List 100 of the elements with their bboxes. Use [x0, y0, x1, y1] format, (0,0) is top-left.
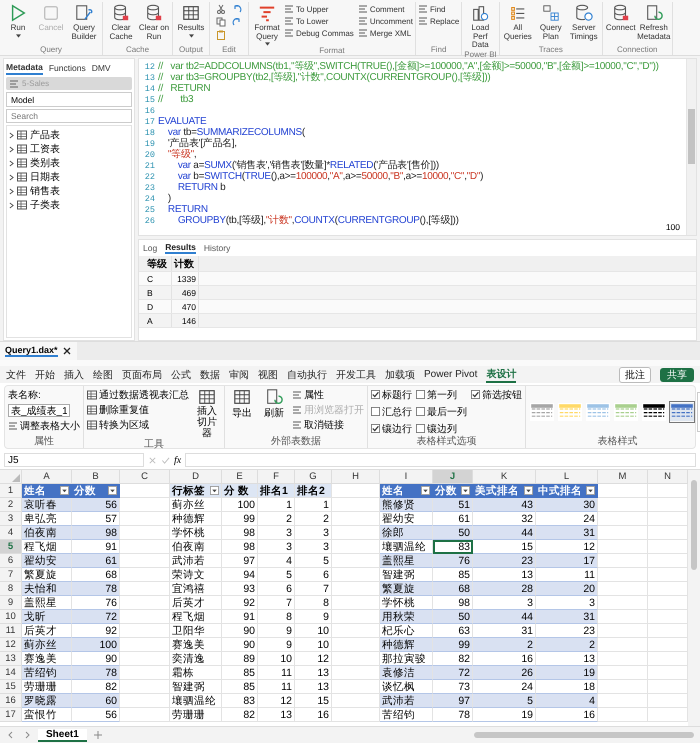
ribbon-button[interactable]: Replace	[418, 15, 460, 27]
row-header[interactable]: 2	[0, 498, 22, 512]
ribbon-button[interactable]: 插入切片器	[193, 388, 221, 439]
header-cell[interactable]: 行标签	[170, 484, 222, 498]
table-cell[interactable]: 91	[222, 610, 258, 624]
table-item[interactable]: 工资表	[9, 142, 129, 156]
table-item[interactable]: 销售表	[9, 184, 129, 198]
header-cell[interactable]: 分数	[72, 484, 120, 498]
ribbon-button[interactable]: 删除重复值	[87, 403, 189, 416]
empty-cell[interactable]	[120, 596, 170, 610]
table-cell[interactable]: 翟幼安	[22, 554, 72, 568]
cancel-icon[interactable]	[148, 456, 157, 464]
table-cell[interactable]: 赛逸美	[170, 638, 222, 652]
row-header[interactable]: 6	[0, 554, 22, 568]
table-cell[interactable]: 苦绍钧	[22, 666, 72, 680]
check-icon[interactable]	[161, 456, 170, 464]
menu-tab[interactable]: 绘图	[93, 368, 113, 382]
header-cell[interactable]: 分 数	[222, 484, 258, 498]
table-cell[interactable]: 20	[536, 582, 598, 596]
table-cell[interactable]: 60	[72, 694, 120, 708]
column-header[interactable]: B	[72, 470, 120, 484]
table-cell[interactable]: 苦绍钧	[380, 708, 433, 722]
checkbox[interactable]	[371, 390, 380, 399]
table-cell[interactable]: 卫阳华	[170, 624, 222, 638]
menu-tab[interactable]: 插入	[64, 368, 84, 382]
ribbon-button[interactable]: 通过数据透视表汇总	[87, 388, 189, 401]
table-cell[interactable]: 12	[295, 652, 332, 666]
empty-cell[interactable]	[120, 652, 170, 666]
ribbon-button[interactable]: Connect	[604, 2, 637, 32]
table-cell[interactable]: 9	[295, 610, 332, 624]
ribbon-button[interactable]: Comment	[358, 3, 413, 15]
ribbon-button[interactable]: Run	[2, 2, 34, 38]
ribbon-button[interactable]: Clear Cache	[105, 2, 137, 41]
function-label[interactable]: fx	[174, 454, 182, 466]
table-cell[interactable]: 82	[222, 708, 258, 722]
table-cell[interactable]: 3	[295, 526, 332, 540]
output-tab[interactable]: Log	[143, 242, 158, 254]
empty-cell[interactable]	[332, 596, 380, 610]
table-cell[interactable]: 90	[222, 624, 258, 638]
table-cell[interactable]: 种德辉	[380, 638, 433, 652]
table-cell[interactable]: 23	[473, 554, 536, 568]
table-cell[interactable]: 罗晓露	[22, 694, 72, 708]
column-header[interactable]: M	[598, 470, 648, 484]
ribbon-button[interactable]: 刷新	[260, 388, 288, 436]
checkbox-label[interactable]: 第一列	[427, 388, 457, 402]
search-field[interactable]: Search	[6, 109, 132, 123]
table-cell[interactable]: 8	[295, 596, 332, 610]
select-all-icon[interactable]	[12, 474, 20, 482]
redo-icon[interactable]	[232, 17, 242, 27]
table-cell[interactable]: 11	[258, 666, 295, 680]
ribbon-button[interactable]: Query Plan	[534, 2, 567, 41]
table-cell[interactable]: 98	[222, 526, 258, 540]
table-cell[interactable]: 袁修洁	[380, 666, 433, 680]
table-cell[interactable]: 程飞烟	[170, 610, 222, 624]
column-header[interactable]: D	[170, 470, 222, 484]
empty-cell[interactable]	[332, 540, 380, 554]
column-header[interactable]: I	[380, 470, 433, 484]
table-cell[interactable]: 13	[295, 680, 332, 694]
checkbox-label[interactable]: 最后一列	[427, 404, 467, 418]
header-cell[interactable]: 排名2	[295, 484, 332, 498]
menu-tab[interactable]: 文件	[6, 368, 26, 382]
ribbon-button[interactable]: 调整表格大小	[8, 419, 80, 432]
ribbon-button[interactable]: To Lower	[284, 15, 354, 27]
checkbox[interactable]	[416, 424, 425, 433]
table-cell[interactable]: 68	[433, 582, 473, 596]
header-cell[interactable]: 姓名	[380, 484, 433, 498]
table-cell[interactable]: 5	[295, 554, 332, 568]
empty-cell[interactable]	[120, 512, 170, 526]
zoom-dropdown[interactable]: 100	[666, 222, 680, 232]
table-cell[interactable]: 10	[295, 624, 332, 638]
sheet-tab[interactable]: Sheet1	[38, 728, 87, 742]
header-cell[interactable]: 姓名	[22, 484, 72, 498]
table-style-swatch[interactable]	[585, 401, 611, 423]
table-cell[interactable]: 7	[295, 582, 332, 596]
model-dropdown[interactable]: Model	[6, 92, 132, 107]
menu-tab[interactable]: 开始	[35, 368, 55, 382]
table-cell[interactable]: 31	[536, 610, 598, 624]
table-cell[interactable]: 56	[72, 498, 120, 512]
filter-dropdown-icon[interactable]	[461, 486, 470, 495]
filter-dropdown-icon[interactable]	[524, 486, 533, 495]
table-cell[interactable]: 97	[222, 554, 258, 568]
filter-dropdown-icon[interactable]	[60, 486, 69, 495]
row-header[interactable]: 7	[0, 568, 22, 582]
table-item[interactable]: 产品表	[9, 128, 129, 142]
close-icon[interactable]	[62, 346, 72, 356]
table-cell[interactable]: 7	[258, 596, 295, 610]
table-style-swatch[interactable]	[669, 401, 695, 423]
table-cell[interactable]: 宜鸿禧	[170, 582, 222, 596]
table-cell[interactable]: 99	[433, 638, 473, 652]
table-cell[interactable]: 51	[433, 498, 473, 512]
empty-cell[interactable]	[598, 512, 648, 526]
table-cell[interactable]: 学怀桃	[170, 526, 222, 540]
table-cell[interactable]: 30	[536, 498, 598, 512]
table-cell[interactable]: 5	[258, 568, 295, 582]
empty-cell[interactable]	[598, 624, 648, 638]
checkbox[interactable]	[471, 390, 480, 399]
empty-cell[interactable]	[598, 568, 648, 582]
menu-tab[interactable]: 页面布局	[122, 368, 162, 382]
comment-button[interactable]: 批注	[619, 366, 651, 382]
checkbox[interactable]	[371, 407, 380, 416]
